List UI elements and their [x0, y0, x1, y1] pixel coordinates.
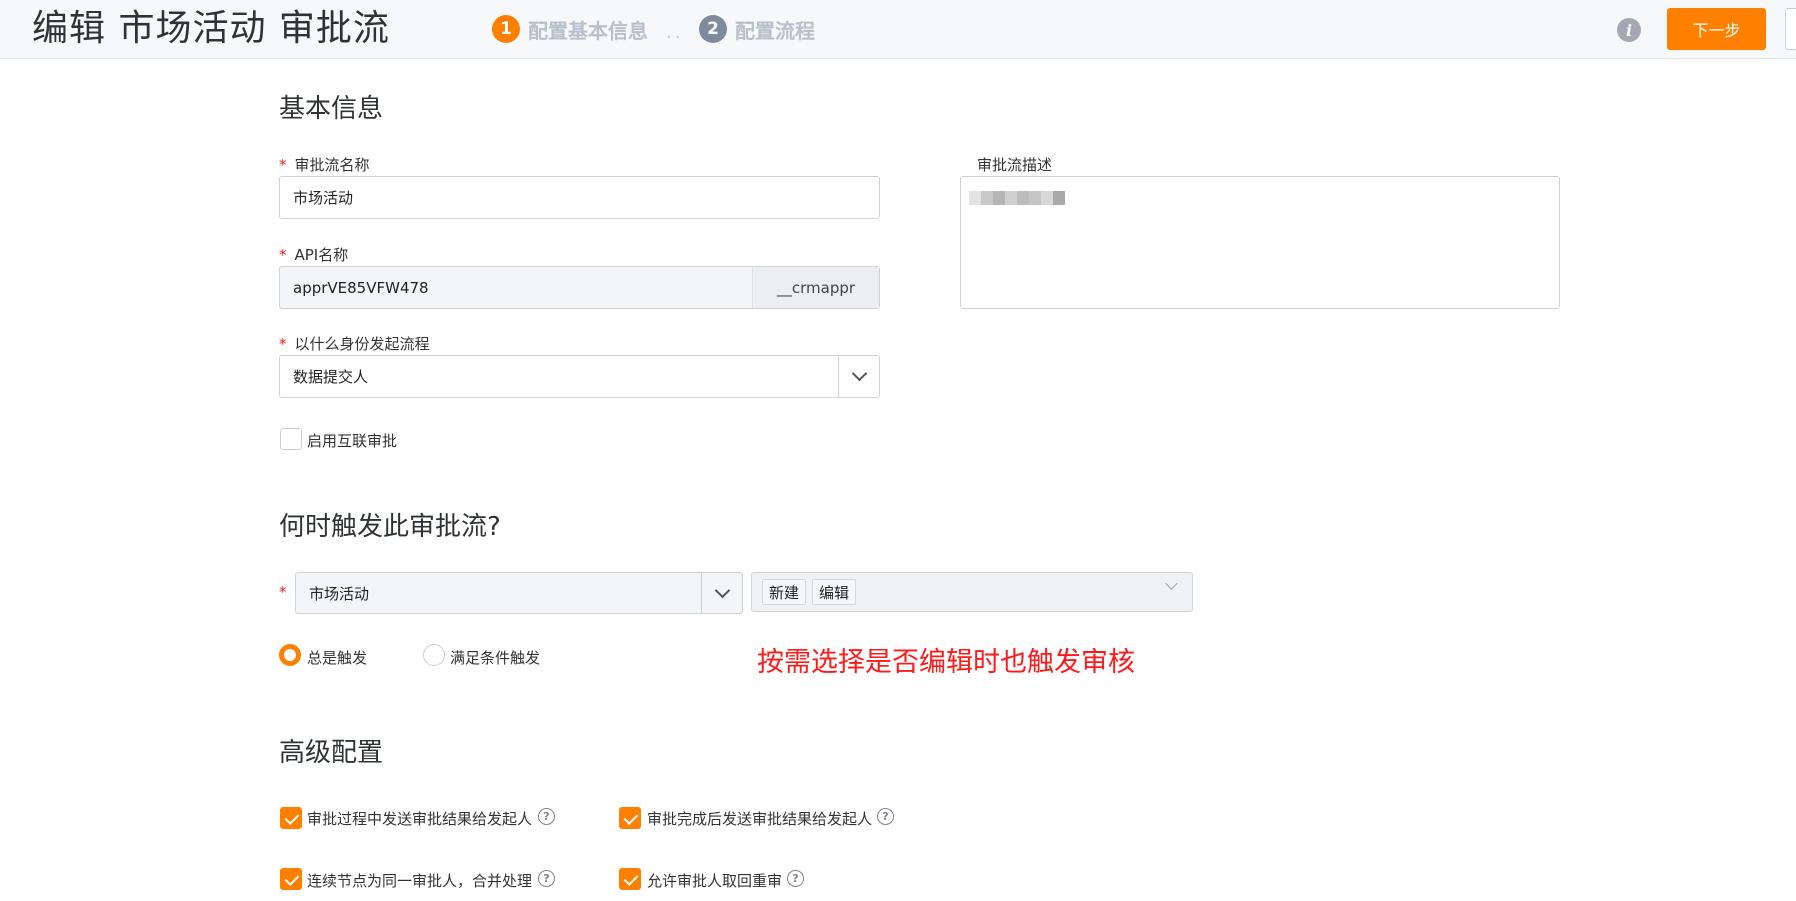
info-icon[interactable]: i — [1617, 18, 1641, 42]
step-1-number: 1 — [492, 15, 520, 43]
option-send-result-after-label: 审批完成后发送审批结果给发起人 — [647, 810, 873, 828]
radio-always-trigger[interactable] — [279, 644, 301, 666]
option-allow-retrieve-checkbox[interactable] — [619, 868, 641, 890]
step-2-number: 2 — [699, 15, 727, 43]
blurred-description-text — [969, 191, 1065, 205]
approval-name-input[interactable]: 市场活动 — [279, 176, 880, 219]
api-name-value: apprVE85VFW478 — [293, 278, 429, 297]
description-label: 审批流描述 — [977, 156, 1053, 174]
trigger-object-value: 市场活动 — [309, 584, 370, 603]
required-mark: * — [279, 246, 287, 264]
initiator-value: 数据提交人 — [293, 368, 369, 386]
tag-edit[interactable]: 编辑 — [812, 579, 857, 605]
trigger-title: 何时触发此审批流? — [279, 512, 501, 542]
step-1-label: 配置基本信息 — [528, 18, 648, 43]
step-2-label: 配置流程 — [735, 18, 815, 43]
step-1[interactable]: 1 配置基本信息 — [492, 14, 648, 44]
interconnect-label: 启用互联审批 — [307, 432, 398, 450]
api-name-suffix: __crmappr — [752, 267, 879, 308]
required-mark: * — [279, 156, 287, 174]
radio-condition-trigger[interactable] — [423, 644, 445, 666]
chevron-down-icon[interactable] — [838, 356, 879, 397]
advanced-title: 高级配置 — [279, 738, 384, 768]
radio-condition-label: 满足条件触发 — [450, 649, 541, 667]
required-mark: * — [279, 335, 287, 353]
help-icon[interactable]: ? — [538, 808, 555, 825]
tag-create[interactable]: 新建 — [762, 579, 807, 605]
step-separator: .. — [666, 22, 684, 43]
chevron-down-icon[interactable] — [1165, 577, 1178, 590]
chevron-down-icon[interactable] — [701, 573, 742, 613]
trigger-object-select[interactable]: 市场活动 — [295, 572, 743, 614]
option-allow-retrieve-label: 允许审批人取回重审 — [647, 872, 783, 890]
initiator-select[interactable]: 数据提交人 — [279, 355, 880, 398]
page-header: 编辑 市场活动 审批流 1 配置基本信息 .. 2 配置流程 i 下一步 — [0, 0, 1796, 59]
api-name-label: * API名称 — [279, 246, 349, 264]
next-step-button[interactable]: 下一步 — [1667, 8, 1766, 50]
api-name-input: apprVE85VFW478 __crmappr — [279, 266, 880, 309]
option-merge-same-approver-checkbox[interactable] — [280, 868, 302, 890]
description-textarea[interactable] — [960, 176, 1560, 309]
option-merge-same-approver-label: 连续节点为同一审批人，合并处理 — [307, 872, 533, 890]
help-icon[interactable]: ? — [877, 808, 894, 825]
approval-name-label: * 审批流名称 — [279, 156, 370, 174]
radio-always-label: 总是触发 — [307, 649, 368, 667]
option-send-result-after-checkbox[interactable] — [619, 807, 641, 829]
option-send-result-during-checkbox[interactable] — [280, 807, 302, 829]
initiator-label: * 以什么身份发起流程 — [279, 335, 430, 353]
red-annotation-text: 按需选择是否编辑时也触发审核 — [757, 647, 1135, 678]
option-send-result-during-label: 审批过程中发送审批结果给发起人 — [307, 810, 533, 828]
basic-info-title: 基本信息 — [279, 94, 384, 124]
trigger-action-select[interactable]: 新建 编辑 — [751, 572, 1193, 612]
trigger-required-mark: * — [279, 583, 287, 601]
cancel-button[interactable] — [1785, 8, 1796, 50]
page-title: 编辑 市场活动 审批流 — [32, 8, 390, 49]
help-icon[interactable]: ? — [538, 870, 555, 887]
step-2[interactable]: 2 配置流程 — [699, 14, 815, 44]
interconnect-checkbox[interactable] — [280, 428, 302, 450]
help-icon[interactable]: ? — [787, 870, 804, 887]
